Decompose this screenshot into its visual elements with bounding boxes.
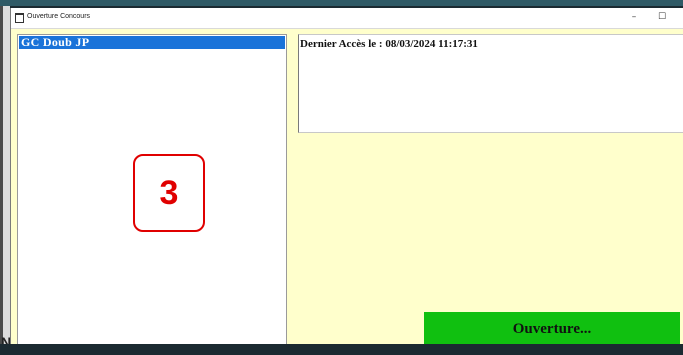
step-number-badge: 3 — [133, 154, 205, 232]
concours-info-panel: Dernier Accès le : 08/03/2024 11:17:31 — [298, 34, 683, 133]
concours-listbox[interactable]: GC Doub JP 3 — [17, 34, 287, 355]
desktop-bottom-edge — [0, 344, 683, 355]
list-item[interactable]: GC Doub JP — [19, 36, 285, 49]
window-client-area: GC Doub JP 3 Dernier Accès le : 08/03/20… — [11, 29, 683, 355]
background-window-border — [0, 6, 3, 355]
open-button[interactable]: Ouverture... — [424, 312, 680, 347]
title-bar[interactable]: Ouverture Concours – ☐ — [11, 8, 683, 29]
desktop-top-edge — [0, 0, 683, 6]
maximize-icon[interactable]: ☐ — [653, 11, 671, 23]
window-title: Ouverture Concours — [27, 13, 91, 20]
minimize-icon[interactable]: – — [625, 11, 643, 23]
background-window-edge: N — [0, 6, 11, 355]
step-number: 3 — [159, 173, 179, 212]
window-app-icon — [15, 13, 24, 23]
ouverture-concours-window: Ouverture Concours – ☐ GC Doub JP 3 Dern… — [10, 8, 683, 355]
last-access-text: Dernier Accès le : 08/03/2024 11:17:31 — [300, 38, 478, 50]
